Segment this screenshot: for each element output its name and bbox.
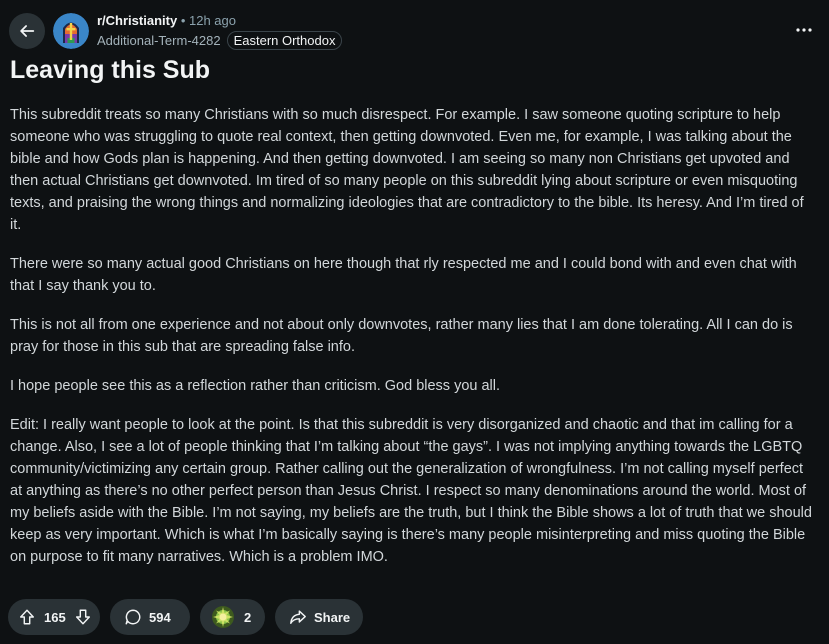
post-meta-top: r/Christianity • 12h ago	[97, 13, 236, 29]
comments-button[interactable]: 594	[110, 599, 190, 635]
vote-control: 165	[8, 599, 100, 635]
award-icon	[212, 606, 234, 628]
upvote-arrow-icon	[19, 609, 35, 625]
comment-count: 594	[149, 609, 171, 625]
arrow-left-icon	[20, 25, 35, 37]
award-count: 2	[244, 609, 252, 625]
post-time: 12h ago	[189, 13, 236, 28]
post-action-bar: 165 594 2 Share	[8, 599, 363, 635]
share-label: Share	[314, 609, 351, 625]
downvote-button[interactable]	[74, 608, 92, 626]
post-header: r/Christianity • 12h ago Additional-Term…	[0, 0, 829, 52]
award-button[interactable]: 2	[200, 599, 265, 635]
subreddit-name[interactable]: r/Christianity	[97, 13, 177, 28]
meta-separator: •	[180, 13, 186, 28]
ellipsis-icon	[796, 28, 812, 32]
author-name[interactable]: Additional-Term-4282	[97, 33, 221, 49]
post-paragraph: This subreddit treats so many Christians…	[10, 107, 804, 233]
share-arrow-icon	[290, 610, 306, 625]
more-options-button[interactable]	[790, 20, 818, 40]
church-window-icon	[53, 13, 89, 49]
post-meta-bottom: Additional-Term-4282 Eastern Orthodox	[97, 31, 343, 50]
post-title: Leaving this Sub	[10, 56, 211, 84]
downvote-arrow-icon	[75, 609, 90, 625]
subreddit-avatar[interactable]	[53, 13, 89, 49]
back-button[interactable]	[9, 13, 45, 49]
post-body: This subreddit treats so many Christians…	[10, 104, 816, 585]
post-paragraph: I hope people see this as a reflection r…	[10, 378, 501, 394]
vote-count: 165	[44, 609, 66, 625]
post-paragraph: There were so many actual good Christian…	[10, 256, 797, 294]
comment-bubble-icon	[125, 609, 141, 625]
post-paragraph: Edit: I really want people to look at th…	[10, 417, 812, 565]
upvote-button[interactable]	[18, 608, 36, 626]
user-flair: Eastern Orthodox	[226, 31, 343, 50]
share-button[interactable]: Share	[275, 599, 363, 635]
post-paragraph: This is not all from one experience and …	[10, 317, 793, 355]
